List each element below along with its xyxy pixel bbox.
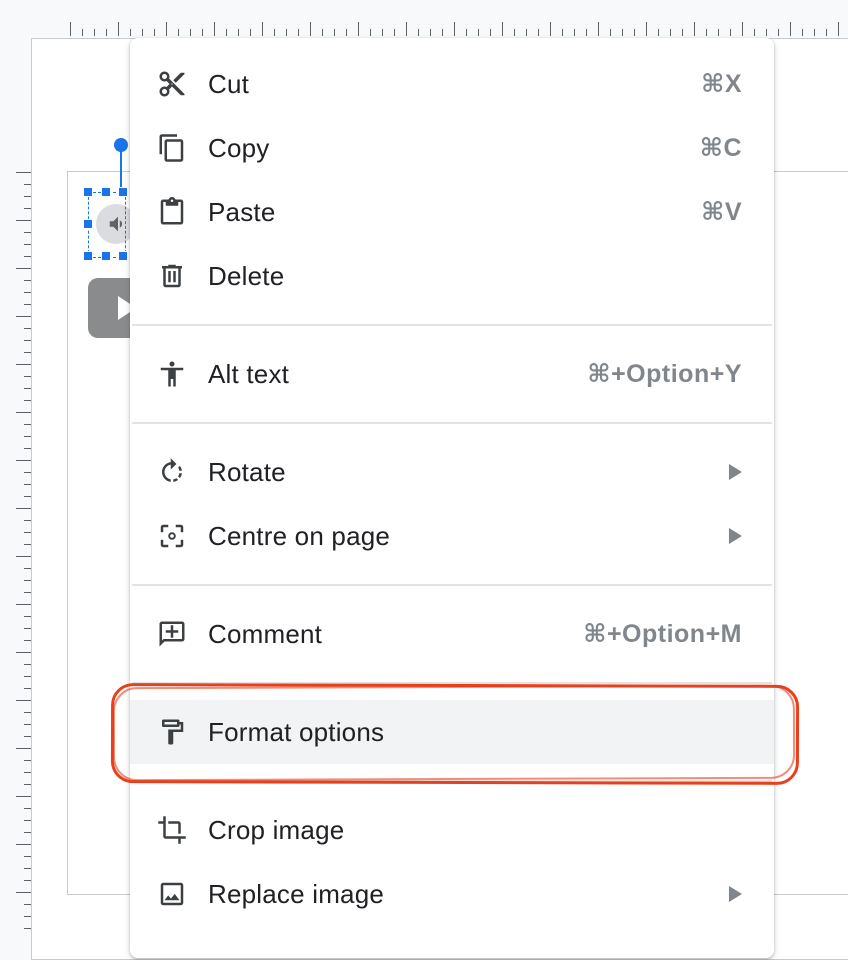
menu-item-label: Cut bbox=[208, 69, 250, 99]
menu-item-rotate[interactable]: Rotate bbox=[130, 440, 774, 504]
shortcut-text: ⌘X bbox=[701, 70, 742, 98]
resize-handle-bottom-left[interactable] bbox=[83, 251, 93, 261]
center-focus-icon bbox=[156, 522, 188, 550]
shortcut-text: ⌘+Option+Y bbox=[587, 360, 742, 388]
resize-handle-top-left[interactable] bbox=[83, 187, 93, 197]
menu-item-label: Copy bbox=[208, 133, 270, 163]
copy-icon bbox=[156, 134, 188, 162]
shortcut-text: ⌘C bbox=[699, 134, 742, 162]
menu-item-paste[interactable]: Paste ⌘V bbox=[130, 180, 774, 244]
rotation-stem bbox=[120, 150, 122, 188]
scissors-icon bbox=[156, 70, 188, 98]
shortcut-text: ⌘+Option+M bbox=[583, 620, 742, 648]
resize-handle-left[interactable] bbox=[83, 219, 93, 229]
submenu-arrow-icon bbox=[729, 464, 742, 480]
trash-icon bbox=[156, 262, 188, 290]
accessibility-icon bbox=[156, 360, 188, 388]
rotate-icon bbox=[156, 458, 188, 486]
menu-item-label: Crop image bbox=[208, 815, 345, 845]
menu-item-label: Rotate bbox=[208, 457, 286, 487]
horizontal-ruler[interactable] bbox=[70, 20, 848, 36]
shortcut-text: ⌘V bbox=[701, 198, 742, 226]
menu-item-copy[interactable]: Copy ⌘C bbox=[130, 116, 774, 180]
menu-item-label: Replace image bbox=[208, 879, 385, 909]
menu-divider bbox=[132, 584, 772, 586]
rotation-handle[interactable] bbox=[114, 138, 128, 152]
menu-item-label: Paste bbox=[208, 197, 276, 227]
menu-divider bbox=[132, 324, 772, 326]
menu-item-cut[interactable]: Cut ⌘X bbox=[130, 52, 774, 116]
menu-item-alt-text[interactable]: Alt text ⌘+Option+Y bbox=[130, 342, 774, 406]
menu-item-comment[interactable]: Comment ⌘+Option+M bbox=[130, 602, 774, 666]
add-comment-icon bbox=[156, 620, 188, 648]
resize-handle-top[interactable] bbox=[101, 187, 111, 197]
menu-item-delete[interactable]: Delete bbox=[130, 244, 774, 308]
context-menu: Cut ⌘X Copy ⌘C Paste ⌘V Delete Alt text … bbox=[130, 38, 774, 958]
submenu-arrow-icon bbox=[729, 886, 742, 902]
resize-handle-bottom-right[interactable] bbox=[118, 251, 128, 261]
menu-divider bbox=[132, 422, 772, 424]
menu-item-label: Alt text bbox=[208, 359, 290, 389]
resize-handle-top-right[interactable] bbox=[118, 187, 128, 197]
menu-item-crop-image[interactable]: Crop image bbox=[130, 798, 774, 862]
menu-item-label: Comment bbox=[208, 619, 323, 649]
clipboard-icon bbox=[156, 197, 188, 226]
vertical-ruler[interactable] bbox=[14, 172, 32, 938]
crop-icon bbox=[156, 816, 188, 844]
menu-item-label: Delete bbox=[208, 261, 285, 291]
menu-item-replace-image[interactable]: Replace image bbox=[130, 862, 774, 926]
menu-item-label: Centre on page bbox=[208, 521, 391, 551]
resize-handle-bottom[interactable] bbox=[101, 251, 111, 261]
submenu-arrow-icon bbox=[729, 528, 742, 544]
image-icon bbox=[156, 880, 188, 908]
highlight-annotation-stroke bbox=[112, 684, 796, 782]
menu-item-centre-on-page[interactable]: Centre on page bbox=[130, 504, 774, 568]
selection-frame bbox=[88, 192, 126, 258]
